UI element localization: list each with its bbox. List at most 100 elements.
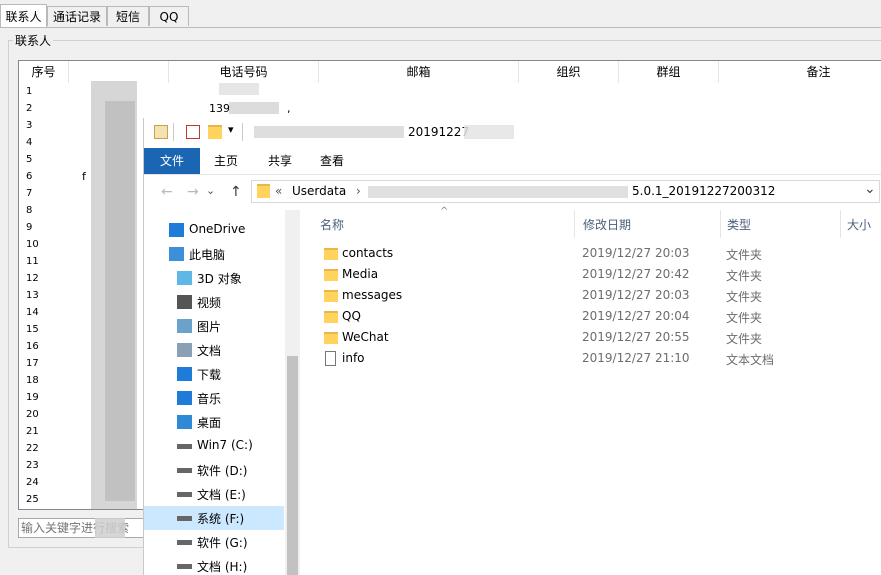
tab-qq[interactable]: QQ xyxy=(149,6,189,26)
cloud-icon xyxy=(169,223,184,237)
contact-row-index[interactable]: 8 xyxy=(26,202,32,219)
nav-item[interactable]: Win7 (C:) xyxy=(144,434,284,458)
column-separator[interactable] xyxy=(840,210,841,238)
overflow-chevron-icon[interactable]: « xyxy=(275,184,282,198)
nav-item-label: 文档 (E:) xyxy=(197,488,246,502)
new-folder-icon[interactable] xyxy=(208,125,222,139)
contact-row-index[interactable]: 5 xyxy=(26,151,32,168)
redaction-block xyxy=(95,518,125,538)
contact-row-index[interactable]: 20 xyxy=(26,406,39,423)
contact-row-index[interactable]: 1 xyxy=(26,83,32,100)
column-separator[interactable] xyxy=(574,210,575,238)
navigation-scrollbar-thumb[interactable] xyxy=(287,356,298,575)
contact-row-index[interactable]: 15 xyxy=(26,321,39,338)
column-header-organization[interactable]: 组织 xyxy=(519,61,619,83)
redaction-block xyxy=(464,125,514,139)
column-header-group[interactable]: 群组 xyxy=(619,61,719,83)
contacts-search-input[interactable] xyxy=(18,518,146,538)
contact-row-index[interactable]: 12 xyxy=(26,270,39,287)
nav-item[interactable]: 视频 xyxy=(144,290,284,314)
navigation-pane[interactable]: OneDrive 此电脑 3D 对象 视频 图片 文档 下载 音乐 桌面 Win7 (C:) 软件 … xyxy=(144,210,300,575)
nav-item[interactable]: 下载 xyxy=(144,362,284,386)
breadcrumb-userdata[interactable]: Userdata xyxy=(292,184,346,198)
contact-row-index[interactable]: 7 xyxy=(26,185,32,202)
contact-row-index[interactable]: 25 xyxy=(26,491,39,508)
contact-row-index[interactable]: 6 xyxy=(26,168,32,185)
nav-item[interactable]: 文档 (H:) xyxy=(144,554,284,575)
drive-icon xyxy=(177,540,192,545)
redaction-block xyxy=(105,101,135,501)
contact-row-index[interactable]: 9 xyxy=(26,219,32,236)
window-title: 20191227 xyxy=(408,125,470,139)
nav-item-label: 音乐 xyxy=(197,392,222,406)
column-header-type[interactable]: 类型 xyxy=(727,216,751,233)
nav-item[interactable]: 音乐 xyxy=(144,386,284,410)
column-header-size[interactable]: 大小 xyxy=(847,216,871,233)
column-header-note[interactable]: 备注 xyxy=(719,61,881,83)
tab-sms[interactable]: 短信 xyxy=(107,6,149,26)
contact-row-index[interactable]: 13 xyxy=(26,287,39,304)
ribbon-tab-share[interactable]: 共享 xyxy=(258,148,302,174)
contact-row-index[interactable]: 2 xyxy=(26,100,32,117)
contact-row-index[interactable]: 17 xyxy=(26,355,39,372)
file-list-header: ^ 名称 修改日期 类型 大小 xyxy=(300,206,881,238)
breadcrumb-separator-icon: › xyxy=(356,184,361,198)
nav-item[interactable]: 图片 xyxy=(144,314,284,338)
column-header-date-modified[interactable]: 修改日期 xyxy=(583,216,631,233)
nav-item[interactable]: 3D 对象 xyxy=(144,266,284,290)
column-header-name[interactable]: 名称 xyxy=(320,216,344,233)
nav-item[interactable]: 软件 (D:) xyxy=(144,458,284,482)
properties-icon[interactable] xyxy=(186,125,200,139)
nav-item[interactable]: 软件 (G:) xyxy=(144,530,284,554)
contact-row-index[interactable]: 16 xyxy=(26,338,39,355)
ribbon-tab-home[interactable]: 主页 xyxy=(204,148,248,174)
contact-row-index[interactable]: 23 xyxy=(26,457,39,474)
contact-row-index[interactable]: 14 xyxy=(26,304,39,321)
ribbon-tab-view[interactable]: 查看 xyxy=(310,148,354,174)
contact-row-index[interactable]: 4 xyxy=(26,134,32,151)
contact-row-index[interactable]: 10 xyxy=(26,236,39,253)
contact-row-index[interactable]: 19 xyxy=(26,389,39,406)
nav-item[interactable]: 桌面 xyxy=(144,410,284,434)
tab-contacts[interactable]: 联系人 xyxy=(0,4,47,28)
contact-row-index[interactable]: 18 xyxy=(26,372,39,389)
tab-call-log[interactable]: 通话记录 xyxy=(47,6,107,26)
address-dropdown-icon[interactable]: ⌄ xyxy=(864,181,876,197)
contact-row-index[interactable]: 22 xyxy=(26,440,39,457)
file-row[interactable]: contacts 2019/12/27 20:03 文件夹 xyxy=(300,244,881,265)
address-bar[interactable]: « Userdata › 5.0.1_20191227200312 ⌄ xyxy=(251,180,880,203)
ribbon-tab-file[interactable]: 文件 xyxy=(144,148,200,174)
column-header-index[interactable]: 序号 xyxy=(19,61,69,83)
file-row[interactable]: messages 2019/12/27 20:03 文件夹 xyxy=(300,286,881,307)
recent-locations-icon[interactable]: ⌄ xyxy=(206,184,215,197)
contact-row-index[interactable]: 3 xyxy=(26,117,32,134)
nav-item-label: OneDrive xyxy=(189,222,246,236)
nav-item[interactable]: 文档 xyxy=(144,338,284,362)
nav-item[interactable]: 文档 (E:) xyxy=(144,482,284,506)
column-header-name[interactable] xyxy=(69,61,169,83)
file-row[interactable]: Media 2019/12/27 20:42 文件夹 xyxy=(300,265,881,286)
contact-row-index[interactable]: 24 xyxy=(26,474,39,491)
column-separator[interactable] xyxy=(720,210,721,238)
file-type: 文件夹 xyxy=(726,290,763,304)
folder-icon xyxy=(324,248,338,260)
nav-item[interactable]: 系统 (F:) xyxy=(144,506,284,530)
file-row[interactable]: info 2019/12/27 21:10 文本文档 xyxy=(300,349,881,370)
forward-arrow-icon[interactable]: → xyxy=(187,184,199,200)
ribbon-tabs: 文件 主页 共享 查看 xyxy=(144,148,881,175)
file-row[interactable]: QQ 2019/12/27 20:04 文件夹 xyxy=(300,307,881,328)
chevron-down-icon[interactable]: ▾ xyxy=(228,123,234,136)
file-date-modified: 2019/12/27 20:03 xyxy=(582,246,690,260)
drive-icon xyxy=(177,492,192,497)
file-row[interactable]: WeChat 2019/12/27 20:55 文件夹 xyxy=(300,328,881,349)
contact-row-index[interactable]: 11 xyxy=(26,253,39,270)
contact-row-index[interactable]: 21 xyxy=(26,423,39,440)
column-header-email[interactable]: 邮箱 xyxy=(319,61,519,83)
back-arrow-icon[interactable]: ← xyxy=(161,184,173,200)
music-icon xyxy=(177,391,192,405)
nav-item[interactable]: OneDrive xyxy=(144,218,284,242)
up-arrow-icon[interactable]: ↑ xyxy=(230,184,242,200)
column-header-phone[interactable]: 电话号码 xyxy=(169,61,319,83)
nav-item[interactable]: 此电脑 xyxy=(144,242,284,266)
breadcrumb-current-folder[interactable]: 5.0.1_20191227200312 xyxy=(632,184,775,198)
